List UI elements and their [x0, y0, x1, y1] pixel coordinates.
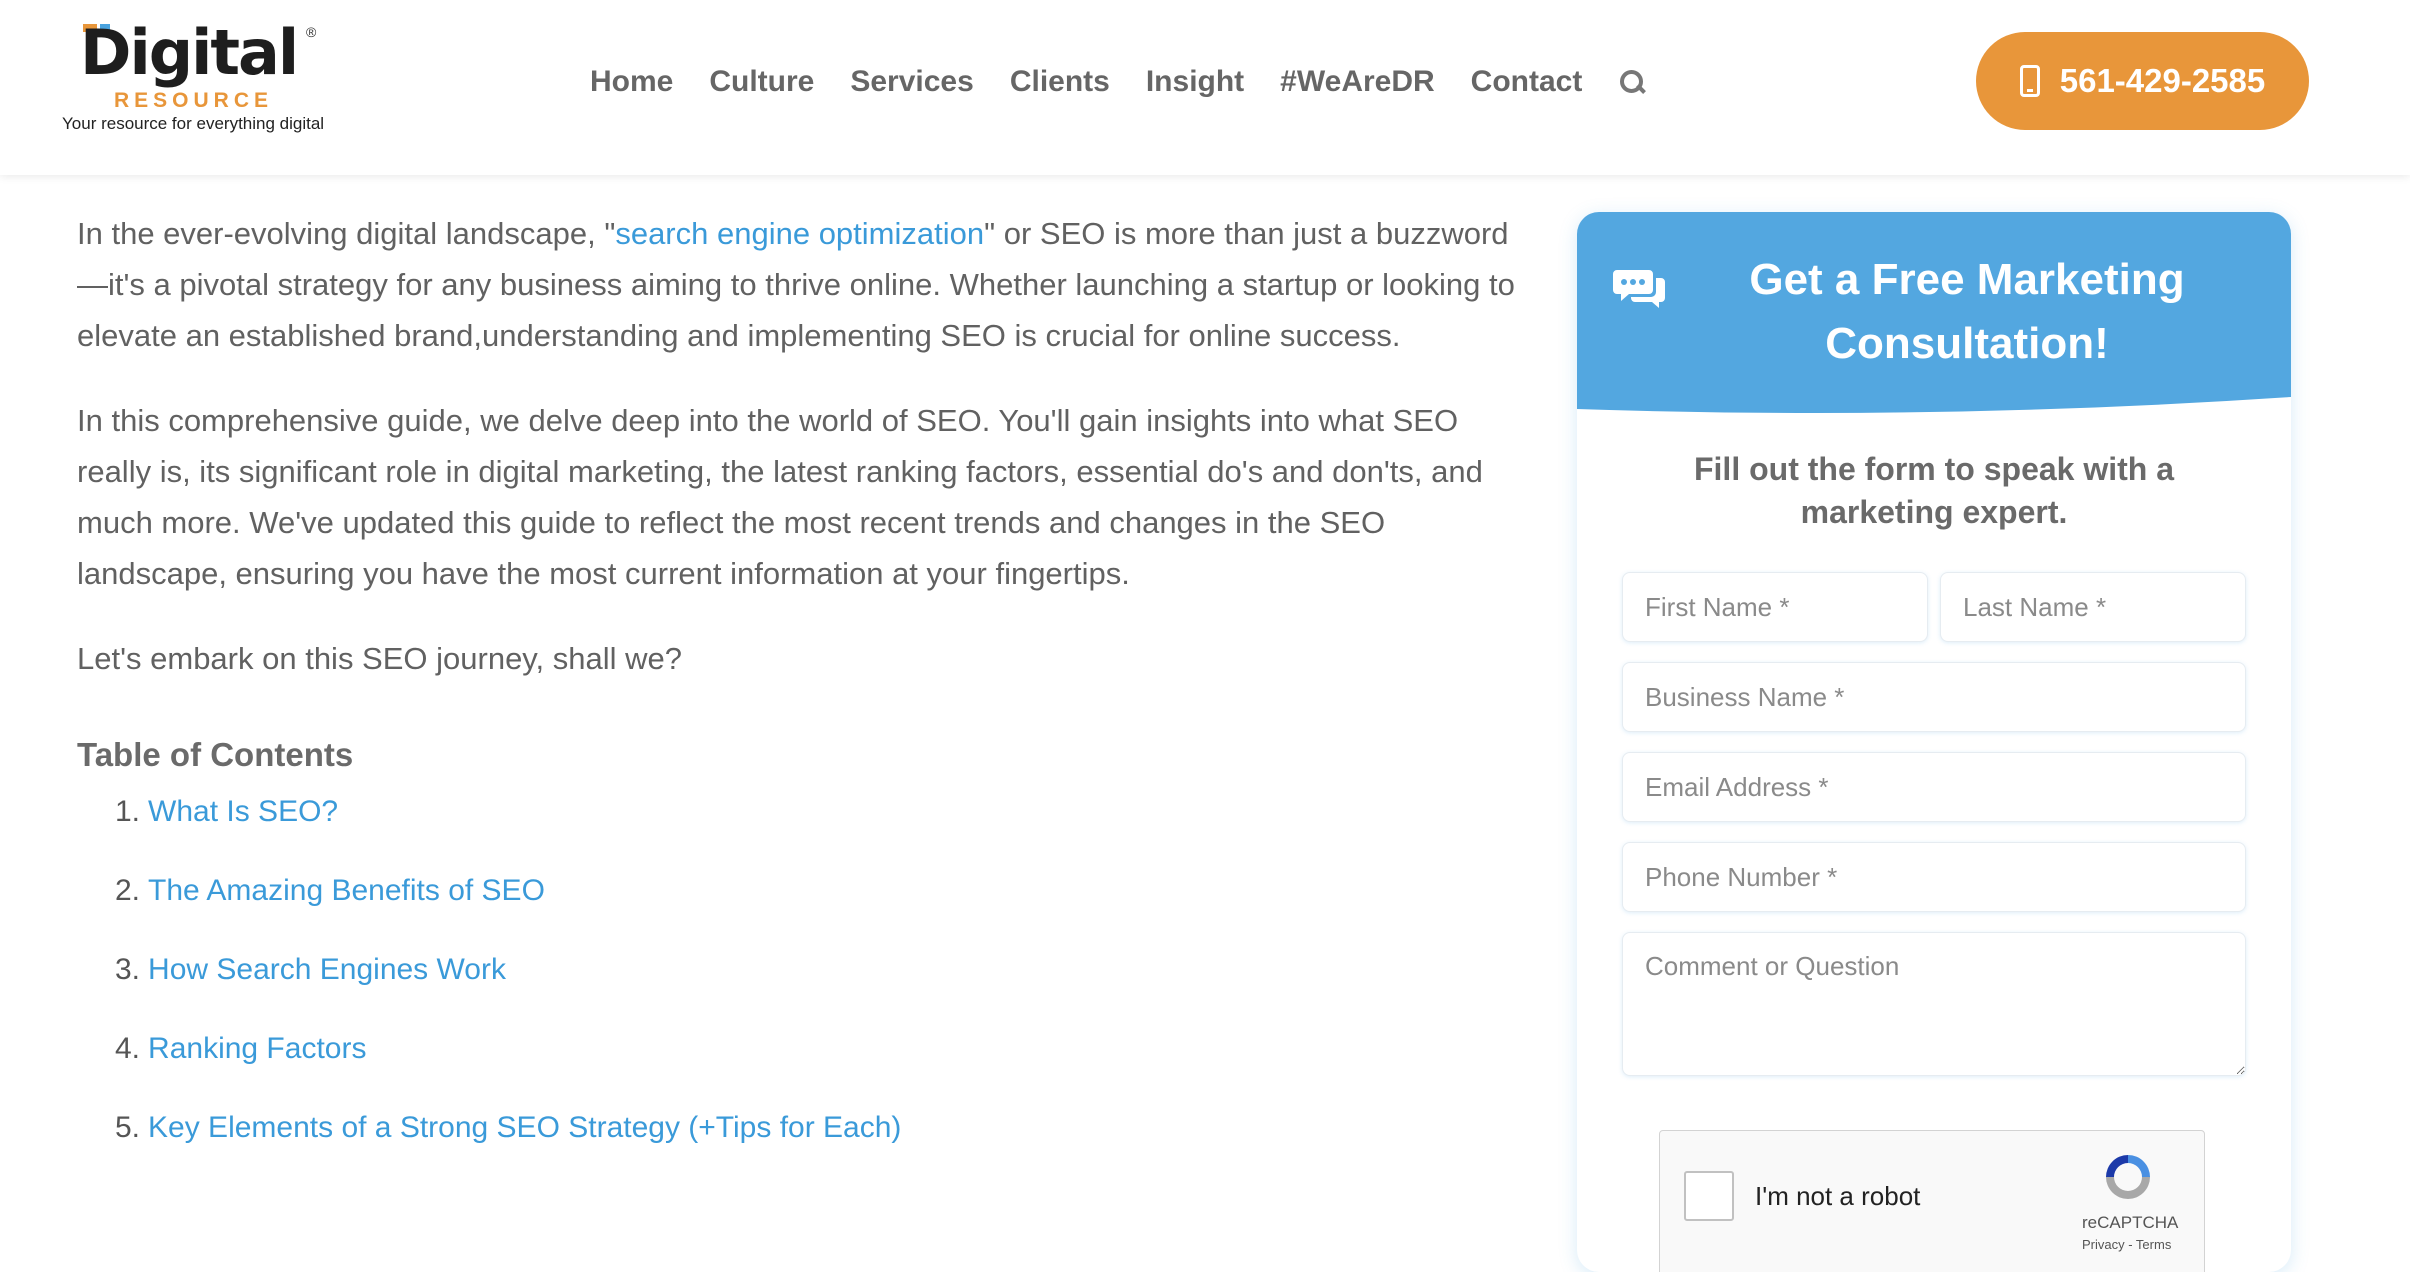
- last-name-field[interactable]: [1940, 572, 2246, 642]
- chat-bubble-icon: [1613, 270, 1665, 308]
- consultation-form-card: Get a Free Marketing Consultation! Fill …: [1577, 212, 2291, 1272]
- toc-item: 3. How Search Engines Work: [115, 948, 1537, 1027]
- phone-number: 561-429-2585: [2059, 62, 2266, 99]
- nav-culture[interactable]: Culture: [709, 65, 814, 99]
- toc-number: 5.: [115, 1111, 141, 1144]
- form-subtitle: Fill out the form to speak with a market…: [1693, 451, 2175, 530]
- phone-field[interactable]: [1622, 842, 2246, 912]
- toc-item: 1. What Is SEO?: [115, 790, 1537, 869]
- first-name-field[interactable]: [1622, 572, 1928, 642]
- search-icon[interactable]: [1618, 68, 1647, 96]
- nav-wearedr[interactable]: #WeAreDR: [1280, 65, 1435, 99]
- main-nav: Home Culture Services Clients Insight #W…: [590, 60, 1647, 104]
- toc-link-how-search-engines-work[interactable]: How Search Engines Work: [148, 953, 506, 986]
- logo[interactable]: Digital ® RESOURCE Your resource for eve…: [62, 22, 332, 142]
- toc-link-what-is-seo[interactable]: What Is SEO?: [148, 795, 338, 828]
- toc-link-key-elements[interactable]: Key Elements of a Strong SEO Strategy (+…: [148, 1111, 901, 1144]
- table-of-contents: 1. What Is SEO? 2. The Amazing Benefits of…: [115, 790, 1537, 1185]
- recaptcha-logo-icon: [2106, 1155, 2150, 1199]
- logo-registered-mark: ®: [306, 24, 317, 40]
- seo-link[interactable]: search engine optimization: [615, 216, 984, 251]
- guide-paragraph: In this comprehensive guide, we delve de…: [77, 403, 1483, 591]
- nav-contact[interactable]: Contact: [1471, 65, 1583, 99]
- recaptcha-brand: reCAPTCHA: [2082, 1213, 2179, 1232]
- phone-button[interactable]: 561-429-2585: [1976, 32, 2309, 130]
- toc-number: 1.: [115, 795, 141, 828]
- toc-heading: Table of Contents: [77, 736, 354, 773]
- intro-paragraph: In the ever-evolving digital landscape, …: [77, 208, 1537, 361]
- nav-clients[interactable]: Clients: [1010, 65, 1110, 99]
- comment-field[interactable]: [1622, 932, 2246, 1076]
- intro-text-start: In the ever-evolving digital landscape, …: [77, 216, 616, 251]
- recaptcha-terms-link[interactable]: Privacy - Terms: [2082, 1237, 2171, 1252]
- business-name-field[interactable]: [1622, 662, 2246, 732]
- logo-wordmark: Digital: [80, 16, 299, 89]
- toc-item: 5. Key Elements of a Strong SEO Strategy …: [115, 1106, 1537, 1185]
- email-field[interactable]: [1622, 752, 2246, 822]
- toc-item: 4. Ranking Factors: [115, 1027, 1537, 1106]
- form-header-wave: [1577, 397, 2291, 419]
- nav-insight[interactable]: Insight: [1146, 65, 1244, 99]
- logo-subtitle: RESOURCE: [114, 89, 274, 112]
- nav-home[interactable]: Home: [590, 65, 673, 99]
- logo-tagline: Your resource for everything digital: [62, 114, 325, 133]
- journey-paragraph: Let's embark on this SEO journey, shall …: [77, 641, 682, 676]
- article-body: In the ever-evolving digital landscape, …: [77, 208, 1537, 1185]
- toc-link-benefits[interactable]: The Amazing Benefits of SEO: [148, 874, 545, 907]
- toc-item: 2. The Amazing Benefits of SEO: [115, 869, 1537, 948]
- toc-number: 3.: [115, 953, 141, 986]
- recaptcha-checkbox[interactable]: [1684, 1171, 1734, 1221]
- toc-number: 2.: [115, 874, 141, 907]
- mobile-phone-icon: [2019, 65, 2040, 97]
- recaptcha-label: I'm not a robot: [1755, 1181, 1921, 1211]
- nav-services[interactable]: Services: [850, 65, 973, 99]
- toc-link-ranking-factors[interactable]: Ranking Factors: [148, 1032, 366, 1065]
- search-icon-handle: [1636, 84, 1647, 94]
- form-header: Get a Free Marketing Consultation!: [1577, 212, 2291, 419]
- recaptcha-widget: I'm not a robot reCAPTCHA Privacy - Term…: [1659, 1130, 2205, 1272]
- toc-number: 4.: [115, 1032, 141, 1065]
- site-header: Digital ® RESOURCE Your resource for eve…: [0, 0, 2410, 175]
- form-title: Get a Free Marketing Consultation!: [1749, 255, 2185, 368]
